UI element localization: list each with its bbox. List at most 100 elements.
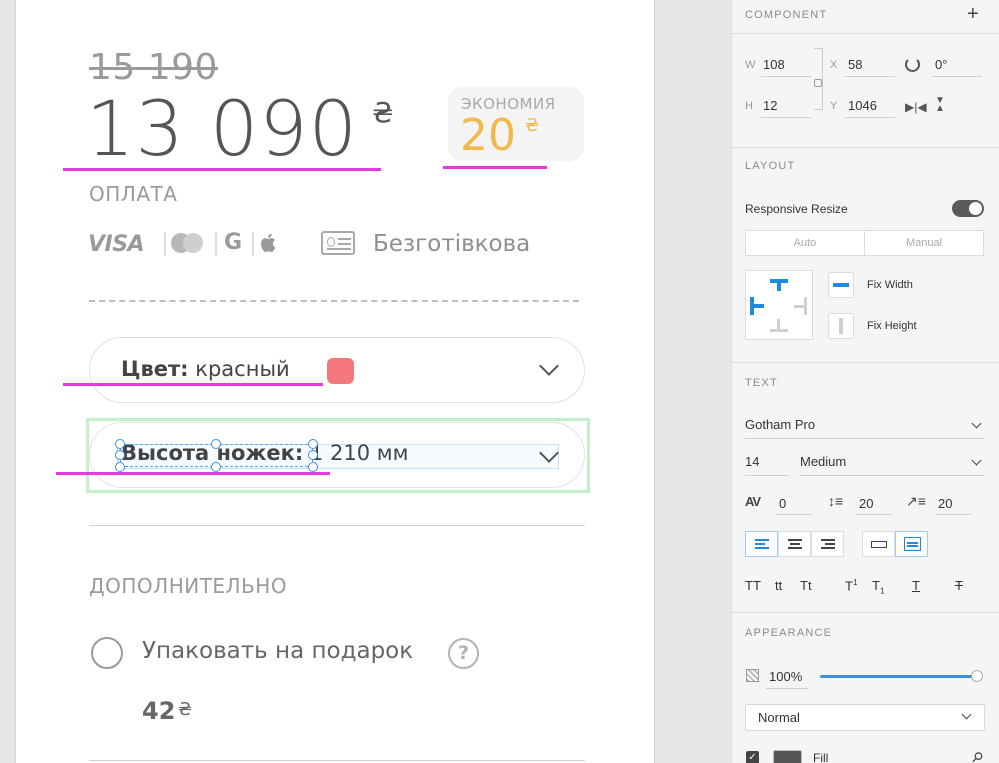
x-label: X [830, 59, 838, 71]
price-currency: ₴ [372, 96, 394, 129]
field-underline [761, 76, 811, 77]
gift-wrap-radio[interactable] [91, 637, 123, 669]
responsive-resize-toggle[interactable] [952, 200, 984, 217]
resize-handle[interactable] [308, 462, 318, 472]
titlecase-button[interactable]: Tt [800, 578, 812, 593]
flip-vertical-icon[interactable]: ▼ ▲ [935, 96, 945, 114]
color-value: красный [195, 357, 290, 381]
apple-pay-icon [260, 233, 276, 252]
section-divider [732, 147, 999, 148]
fix-height-toggle[interactable] [828, 313, 854, 339]
current-price: 13 090 [86, 84, 358, 173]
gift-wrap-price: 42 [142, 697, 176, 725]
section-divider [732, 612, 999, 613]
color-label: Цвет: [121, 357, 189, 381]
section-divider [732, 362, 999, 363]
character-spacing-icon: AV [745, 494, 761, 509]
font-family-dropdown[interactable]: Gotham Pro [745, 417, 985, 439]
paragraph-spacing-field[interactable]: 20 [938, 496, 952, 511]
fill-color-swatch[interactable] [773, 750, 802, 763]
resize-handle[interactable] [115, 462, 125, 472]
width-field[interactable]: 108 [763, 57, 785, 72]
font-weight-value: Medium [800, 454, 847, 469]
payment-label: ОПЛАТА [89, 182, 178, 206]
field-underline [935, 514, 971, 515]
cashless-label: Безготівкова [373, 231, 531, 257]
constraints-widget[interactable] [745, 270, 813, 340]
responsive-resize-label: Responsive Resize [745, 202, 848, 216]
font-size-field[interactable]: 14 [745, 454, 789, 476]
font-family-value: Gotham Pro [745, 417, 816, 432]
color-select-label: Цвет: красный [121, 357, 290, 381]
line-spacing-field[interactable]: 20 [859, 496, 873, 511]
height-label: H [745, 100, 753, 112]
opacity-field[interactable]: 100% [769, 669, 802, 684]
font-weight-dropdown[interactable]: Medium [800, 454, 985, 476]
component-section-title: COMPONENT [745, 9, 828, 21]
fix-width-toggle[interactable] [828, 272, 854, 298]
old-price: 15 190 [89, 47, 218, 88]
blend-mode-dropdown[interactable]: Normal [745, 704, 985, 731]
annotation-underline-color [63, 383, 323, 386]
superscript-button[interactable]: T1 [845, 578, 857, 593]
blend-mode-value: Normal [758, 710, 800, 725]
subscript-glyph: T [872, 578, 880, 593]
paragraph-spacing-icon: ↗≡ [906, 493, 926, 509]
align-left-button[interactable] [745, 531, 778, 557]
field-underline [845, 117, 895, 118]
fill-checkbox[interactable]: ✓ [746, 751, 759, 763]
strikethrough-button[interactable]: T [955, 578, 963, 593]
lowercase-button[interactable]: tt [775, 578, 782, 593]
artboard[interactable]: 15 190 13 090 ₴ ЭКОНОМИЯ 20 ₴ ОПЛАТА VIS… [15, 0, 655, 763]
field-underline [776, 514, 812, 515]
resize-handle[interactable] [211, 462, 221, 472]
flip-horizontal-icon[interactable]: ▶|◀ [905, 100, 927, 114]
resize-handle[interactable] [308, 439, 318, 449]
auto-tab[interactable]: Auto [745, 230, 865, 256]
underline-button[interactable]: T [912, 578, 920, 593]
divider [89, 525, 585, 526]
manual-tab[interactable]: Manual [864, 230, 984, 256]
font-size-value: 14 [745, 454, 760, 469]
auto-width-button[interactable] [862, 531, 895, 557]
rotation-field[interactable]: 0° [935, 57, 947, 72]
receipt-icon [321, 231, 355, 255]
y-field[interactable]: 1046 [848, 98, 877, 113]
field-underline [856, 514, 892, 515]
resize-handle[interactable] [308, 450, 318, 460]
character-spacing-field[interactable]: 0 [779, 496, 786, 511]
eyedropper-icon[interactable]: ⚲ [967, 748, 987, 763]
opacity-slider-track[interactable] [820, 675, 976, 678]
lock-icon[interactable] [814, 79, 822, 87]
google-pay-icon: G [224, 230, 243, 255]
line-spacing-icon: ↕≡ [828, 493, 844, 509]
add-icon[interactable]: + [967, 3, 979, 26]
resize-handle[interactable] [115, 450, 125, 460]
design-canvas[interactable]: 15 190 13 090 ₴ ЭКОНОМИЯ 20 ₴ ОПЛАТА VIS… [0, 0, 731, 763]
help-icon[interactable]: ? [448, 638, 479, 669]
rotate-icon[interactable] [905, 57, 920, 72]
savings-currency: ₴ [525, 115, 539, 136]
divider [89, 760, 585, 761]
subscript-button[interactable]: T1 [872, 578, 884, 596]
opacity-slider-thumb[interactable] [971, 670, 983, 682]
resize-handle[interactable] [115, 439, 125, 449]
color-swatch [327, 358, 354, 384]
align-right-button[interactable] [811, 531, 844, 557]
height-field[interactable]: 12 [763, 98, 777, 113]
align-center-button[interactable] [778, 531, 811, 557]
subscript-mark: 1 [879, 586, 885, 596]
fixed-size-button[interactable] [895, 531, 928, 557]
field-underline [766, 688, 808, 689]
layout-section-title: LAYOUT [745, 160, 796, 172]
divider [252, 232, 254, 256]
width-label: W [745, 59, 756, 71]
dashed-divider [89, 300, 579, 302]
appearance-section-title: APPEARANCE [745, 627, 833, 639]
x-field[interactable]: 58 [848, 57, 862, 72]
resize-handle[interactable] [211, 439, 221, 449]
fix-width-label: Fix Width [867, 279, 913, 291]
annotation-underline-leg-height [56, 472, 330, 475]
uppercase-button[interactable]: TT [745, 578, 761, 593]
superscript-glyph: T [845, 578, 853, 594]
